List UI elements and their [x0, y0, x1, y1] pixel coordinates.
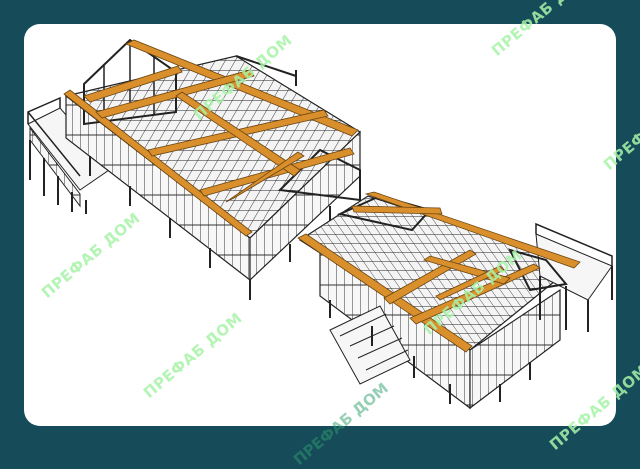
frame-model-illustrations — [27, 38, 613, 410]
